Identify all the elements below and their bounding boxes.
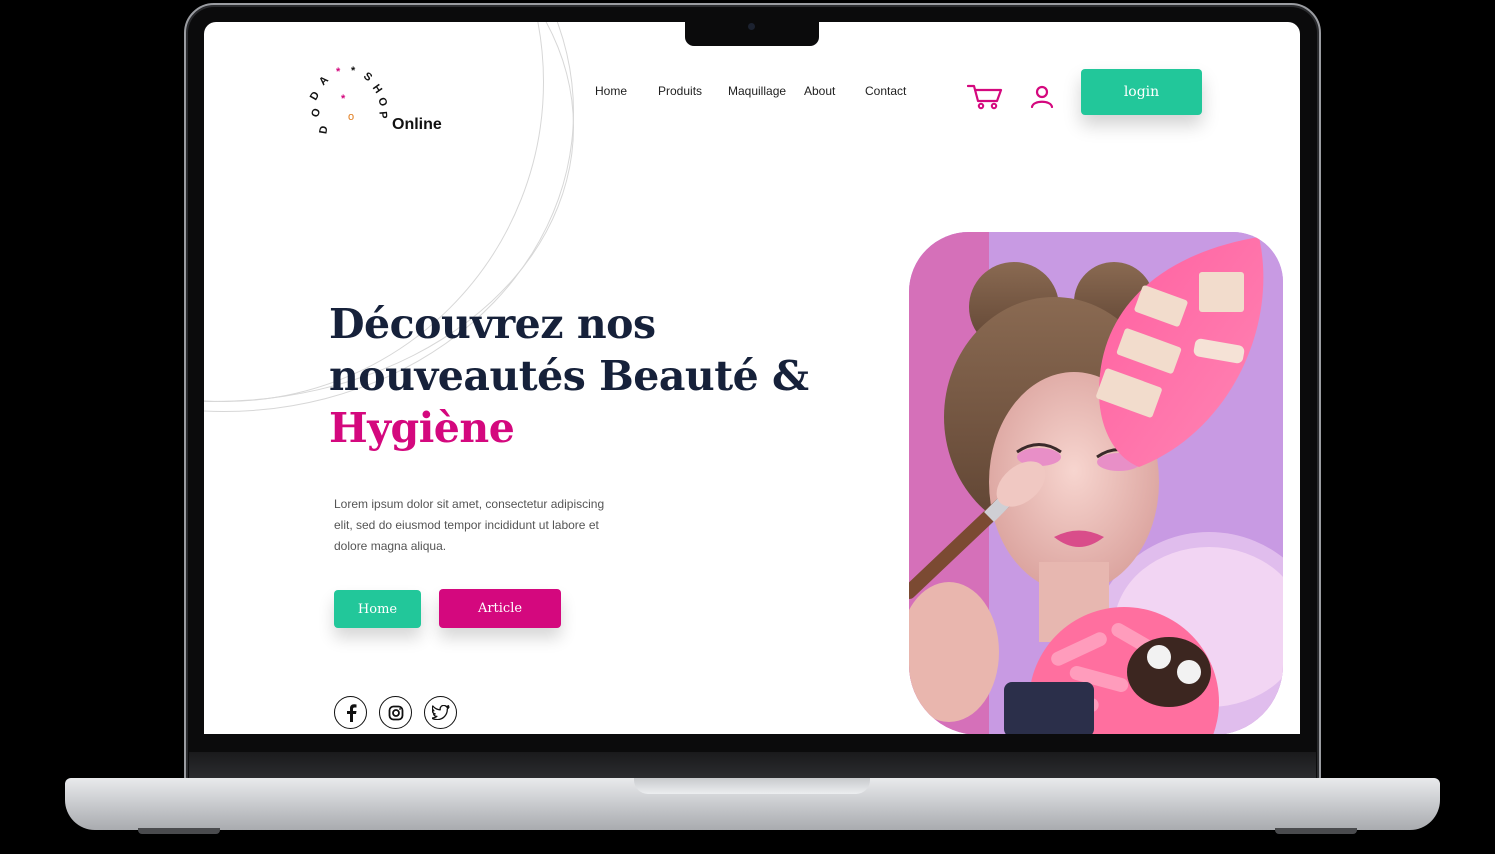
brand-logo[interactable]: D O D A * * S H O P * o Online <box>306 63 456 147</box>
logo-online-text: Online <box>392 116 442 133</box>
laptop-opening-lip <box>634 778 870 794</box>
hero-image <box>909 232 1283 735</box>
laptop-foot <box>1275 828 1357 834</box>
cart-icon[interactable] <box>967 83 1003 110</box>
instagram-icon[interactable] <box>379 696 412 729</box>
hero-title-highlight: Hygiène <box>329 404 515 452</box>
hero-title-line1: Découvrez nos <box>329 300 656 348</box>
hero-home-button[interactable]: Home <box>334 590 421 628</box>
nav-about[interactable]: About <box>804 84 835 98</box>
laptop-foot <box>138 828 220 834</box>
facebook-icon[interactable] <box>334 696 367 729</box>
hero-title: Découvrez nos nouveautés Beauté & Hygièn… <box>329 298 849 454</box>
nav-maquillage[interactable]: Maquillage <box>728 84 786 98</box>
laptop-hinge <box>189 752 1316 778</box>
camera-lens <box>748 23 755 30</box>
nav-home[interactable]: Home <box>595 84 627 98</box>
hero-article-button[interactable]: Article <box>439 589 561 628</box>
twitter-icon[interactable] <box>424 696 457 729</box>
nav-produits[interactable]: Produits <box>658 84 702 98</box>
nav-contact[interactable]: Contact <box>865 84 906 98</box>
user-icon[interactable] <box>1030 84 1054 108</box>
hero-title-line2: nouveautés Beauté & <box>329 352 809 400</box>
hero-description: Lorem ipsum dolor sit amet, consectetur … <box>334 497 605 553</box>
login-button[interactable]: login <box>1081 69 1202 115</box>
screen-bezel-bottom <box>189 734 1316 752</box>
